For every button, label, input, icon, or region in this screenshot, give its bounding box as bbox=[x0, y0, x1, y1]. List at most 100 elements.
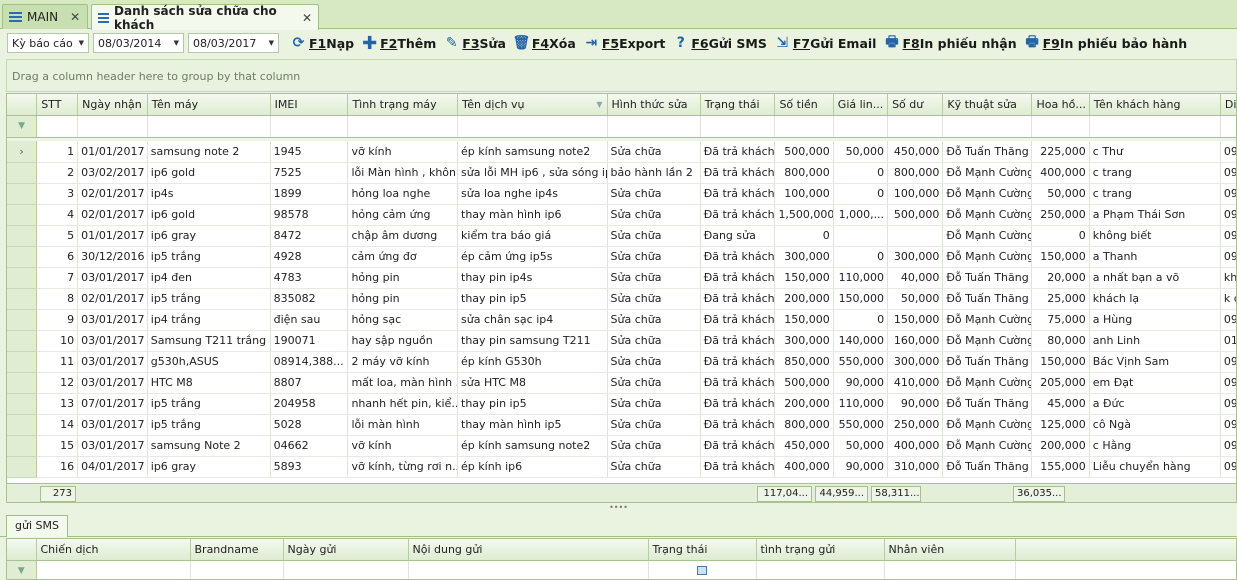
table-cell[interactable]: 155,000 bbox=[1031, 456, 1090, 478]
filter-cell[interactable] bbox=[833, 115, 889, 138]
column-header[interactable]: Số tiền bbox=[774, 94, 834, 116]
table-cell[interactable]: 12 bbox=[36, 372, 79, 394]
table-cell[interactable]: ip6 gray bbox=[147, 225, 271, 247]
filter-cell[interactable] bbox=[1089, 115, 1221, 138]
column-header[interactable]: Trạng thái bbox=[700, 94, 776, 116]
filter-cell[interactable] bbox=[457, 115, 608, 138]
filter-cell[interactable] bbox=[942, 115, 1033, 138]
table-cell[interactable]: 15 bbox=[36, 435, 79, 457]
filter-cell[interactable] bbox=[36, 560, 191, 579]
table-cell[interactable]: 125,000 bbox=[1031, 414, 1090, 436]
table-cell[interactable]: 550,000 bbox=[833, 414, 889, 436]
table-cell[interactable]: 0989.53 bbox=[1220, 351, 1236, 373]
table-row[interactable]: 9 03/01/2017 ip4 trắng điện sau hỏng sạc sửa … bbox=[7, 309, 1236, 331]
table-row[interactable]: 15 03/01/2017 samsung Note 2 04662 vỡ kính ép… bbox=[7, 435, 1236, 457]
table-cell[interactable]: 0 bbox=[833, 246, 889, 268]
table-cell[interactable]: c trang bbox=[1089, 162, 1221, 184]
table-cell[interactable]: 500,000 bbox=[774, 141, 834, 163]
table-cell[interactable]: samsung Note 2 bbox=[147, 435, 271, 457]
table-cell[interactable]: Đỗ Mạnh Cường bbox=[942, 435, 1033, 457]
table-cell[interactable]: Sửa chữa bbox=[607, 246, 701, 268]
table-cell[interactable]: chập âm dương bbox=[347, 225, 459, 247]
table-cell[interactable]: Đã trả khách bbox=[700, 267, 776, 289]
table-cell[interactable]: Đang sửa bbox=[700, 225, 776, 247]
table-cell[interactable]: ép kính G530h bbox=[457, 351, 608, 373]
filter-cell[interactable] bbox=[1031, 115, 1090, 138]
row-indicator[interactable] bbox=[7, 183, 38, 205]
table-cell[interactable]: ip6 gold bbox=[147, 162, 271, 184]
table-cell[interactable]: 0 bbox=[774, 225, 834, 247]
column-header[interactable]: Hình thức sửa bbox=[607, 94, 701, 116]
table-cell[interactable]: 0936.06 bbox=[1220, 204, 1236, 226]
table-cell[interactable]: 14 bbox=[36, 414, 79, 436]
table-cell[interactable]: 90,000 bbox=[833, 372, 889, 394]
table-cell[interactable]: 0 bbox=[833, 183, 889, 205]
row-indicator[interactable] bbox=[7, 204, 38, 226]
table-cell[interactable]: 0967.83 bbox=[1220, 435, 1236, 457]
filter-cell[interactable] bbox=[77, 115, 148, 138]
table-cell[interactable]: 50,000 bbox=[833, 435, 889, 457]
column-header[interactable]: Hoa hồ... bbox=[1031, 94, 1090, 116]
table-cell[interactable]: 0 bbox=[1031, 225, 1090, 247]
column-header[interactable]: Nhân viên bbox=[884, 539, 1016, 561]
table-cell[interactable]: 2 bbox=[36, 162, 79, 184]
table-cell[interactable]: 25,000 bbox=[1031, 288, 1090, 310]
table-cell[interactable]: 400,000 bbox=[774, 456, 834, 478]
checkbox-filter-icon[interactable] bbox=[697, 565, 707, 575]
table-cell[interactable]: Đỗ Mạnh Cường bbox=[942, 162, 1033, 184]
table-cell[interactable]: vỡ kính, từng rơi n... bbox=[347, 456, 459, 478]
table-cell[interactable]: 08914,388... bbox=[270, 351, 349, 373]
table-cell[interactable]: 03/01/2017 bbox=[77, 330, 148, 352]
table-cell[interactable]: em Đạt bbox=[1089, 372, 1221, 394]
table-cell[interactable]: 13 bbox=[36, 393, 79, 415]
table-row[interactable]: 7 03/01/2017 ip4 đen 4783 hỏng pin thay pin … bbox=[7, 267, 1236, 289]
table-cell[interactable]: 0934.34 bbox=[1220, 309, 1236, 331]
table-cell[interactable]: sửa lỗi MH ip6 , sửa sóng ip6 bbox=[457, 162, 608, 184]
table-row[interactable]: 8 02/01/2017 ip5 trắng 835082 hỏng pin thay p… bbox=[7, 288, 1236, 310]
table-cell[interactable]: 0975.03 bbox=[1220, 414, 1236, 436]
column-header[interactable]: Tên máy bbox=[147, 94, 271, 116]
table-cell[interactable]: Đỗ Tuấn Thăng bbox=[942, 393, 1033, 415]
table-cell[interactable]: Sửa chữa bbox=[607, 309, 701, 331]
table-row[interactable]: 6 30/12/2016 ip5 trắng 4928 cảm ứng đơ ép cảm… bbox=[7, 246, 1236, 268]
row-indicator[interactable] bbox=[7, 246, 38, 268]
column-header[interactable]: Tên khách hàng bbox=[1089, 94, 1221, 116]
edit-button[interactable]: ✎ F3 Sửa bbox=[444, 35, 506, 51]
column-header[interactable]: IMEI bbox=[270, 94, 349, 116]
table-cell[interactable]: 0934.38 bbox=[1220, 225, 1236, 247]
table-row[interactable]: 13 07/01/2017 ip5 trắng 204958 nhanh hết pin… bbox=[7, 393, 1236, 415]
table-cell[interactable]: ip5 trắng bbox=[147, 288, 271, 310]
table-cell[interactable]: ip4s bbox=[147, 183, 271, 205]
filter-cell[interactable] bbox=[1220, 115, 1236, 138]
table-row[interactable]: 10 03/01/2017 Samsung T211 trắng 190071 hay … bbox=[7, 330, 1236, 352]
table-cell[interactable]: 8 bbox=[36, 288, 79, 310]
table-cell[interactable]: 4783 bbox=[270, 267, 349, 289]
table-cell[interactable]: ip5 trắng bbox=[147, 393, 271, 415]
row-indicator[interactable] bbox=[7, 309, 38, 331]
table-cell[interactable]: 03/01/2017 bbox=[77, 435, 148, 457]
column-header[interactable]: STT bbox=[36, 94, 79, 116]
table-cell[interactable]: 850,000 bbox=[774, 351, 834, 373]
table-cell[interactable]: 550,000 bbox=[833, 351, 889, 373]
column-header[interactable]: tình trạng gửi bbox=[756, 539, 885, 561]
table-cell[interactable]: ép cảm ứng ip5s bbox=[457, 246, 608, 268]
column-header[interactable]: Nội dung gửi bbox=[408, 539, 649, 561]
table-cell[interactable]: 4928 bbox=[270, 246, 349, 268]
table-cell[interactable]: 11 bbox=[36, 351, 79, 373]
table-cell[interactable]: 03/01/2017 bbox=[77, 351, 148, 373]
table-cell[interactable]: 8807 bbox=[270, 372, 349, 394]
table-cell[interactable]: Đỗ Mạnh Cường bbox=[942, 225, 1033, 247]
filter-cell[interactable] bbox=[147, 115, 271, 138]
table-row[interactable]: 3 02/01/2017 ip4s 1899 hỏng loa nghe sửa loa… bbox=[7, 183, 1236, 205]
filter-cell[interactable] bbox=[756, 560, 885, 579]
column-header[interactable]: Tình trạng máy bbox=[347, 94, 459, 116]
table-cell[interactable]: Đỗ Mạnh Cường bbox=[942, 204, 1033, 226]
table-cell[interactable]: hỏng pin bbox=[347, 267, 459, 289]
column-header[interactable]: Tên dịch vụ ▼ bbox=[457, 94, 608, 116]
table-cell[interactable]: lỗi màn hình bbox=[347, 414, 459, 436]
table-cell[interactable]: thay màn hình ip6 bbox=[457, 204, 608, 226]
close-icon[interactable]: ✕ bbox=[70, 10, 80, 24]
table-row[interactable]: 11 03/01/2017 g530h,ASUS 08914,388... 2 máy … bbox=[7, 351, 1236, 373]
row-indicator[interactable] bbox=[7, 393, 38, 415]
table-cell[interactable]: 800,000 bbox=[774, 414, 834, 436]
